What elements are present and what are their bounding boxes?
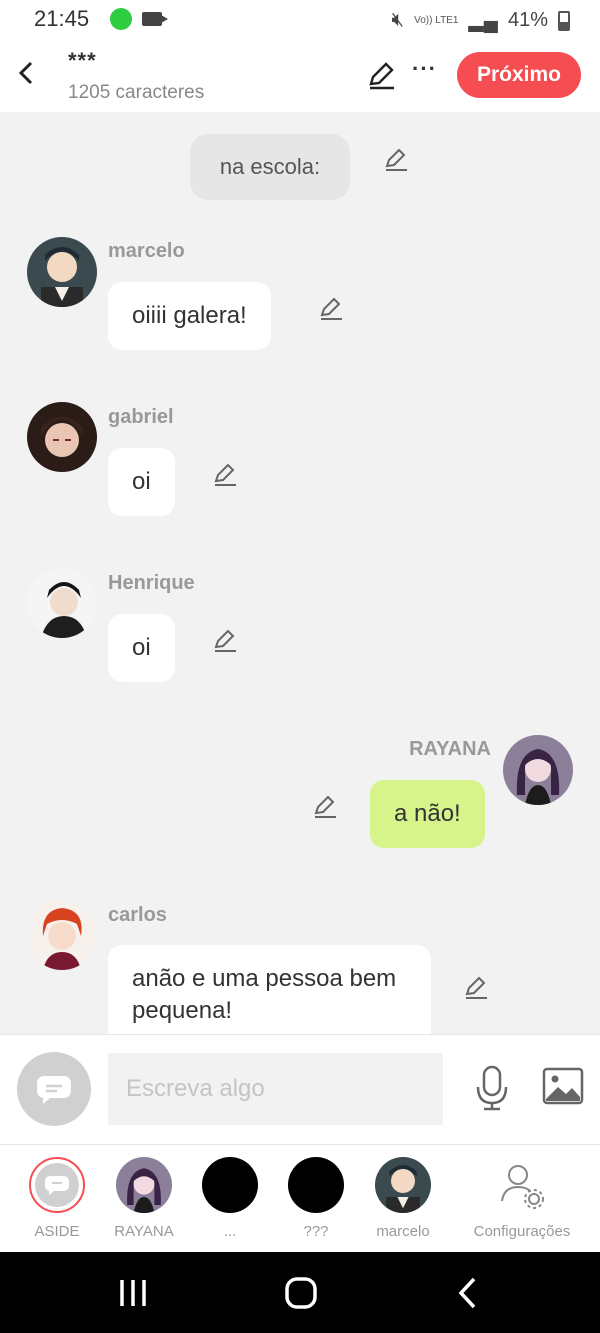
nav-item-rayana[interactable]: RAYANA — [99, 1157, 189, 1240]
message-bubble[interactable]: oi — [108, 614, 175, 682]
back-icon[interactable] — [16, 58, 36, 96]
pencil-icon[interactable] — [366, 60, 396, 90]
character-nav: ASIDE RAYANA ... ??? marcelo Configuraçõ… — [0, 1144, 600, 1252]
avatar-marcelo — [375, 1157, 431, 1213]
nav-item-question[interactable]: ??? — [271, 1157, 361, 1240]
avatar-rayana[interactable] — [503, 735, 573, 805]
nav-label: RAYANA — [114, 1223, 174, 1240]
nav-label: ... — [223, 1223, 237, 1240]
edit-pencil-icon[interactable] — [318, 295, 344, 321]
battery-label: 41% — [507, 9, 548, 31]
image-icon[interactable] — [542, 1067, 584, 1105]
app-notification-icon — [110, 8, 132, 30]
network-label: Vo)) LTE1 — [414, 14, 459, 26]
message-input[interactable] — [108, 1053, 443, 1125]
system-nav-bar — [0, 1252, 600, 1333]
message-bubble[interactable]: anão e uma pessoa bem pequena! — [108, 945, 431, 1034]
message-bubble[interactable]: oi — [108, 448, 175, 516]
battery-icon — [558, 10, 570, 31]
avatar-gabriel[interactable] — [27, 402, 97, 472]
avatar-placeholder — [202, 1157, 258, 1213]
sender-name: Henrique — [108, 572, 195, 594]
message-input-bar — [0, 1034, 600, 1144]
nav-label: ??? — [303, 1223, 329, 1240]
home-icon[interactable] — [284, 1276, 318, 1310]
avatar-rayana — [116, 1157, 172, 1213]
aside-icon — [29, 1157, 85, 1213]
own-message-bubble[interactable]: a não! — [370, 780, 485, 848]
avatar-henrique[interactable] — [27, 568, 97, 638]
back-nav-icon[interactable] — [456, 1276, 480, 1310]
chat-bubble-icon — [37, 1076, 71, 1104]
edit-pencil-icon[interactable] — [383, 146, 409, 172]
narration-bubble[interactable]: na escola: — [190, 134, 350, 200]
edit-pencil-icon[interactable] — [312, 793, 338, 819]
sender-name: marcelo — [108, 240, 185, 262]
avatar-placeholder — [288, 1157, 344, 1213]
status-right: 🔇︎ Vo)) LTE1 ▂▄ 41% — [392, 8, 570, 33]
edit-pencil-icon[interactable] — [212, 461, 238, 487]
video-icon — [142, 12, 168, 26]
status-bar: 21:45 🔇︎ Vo)) LTE1 ▂▄ 41% — [0, 0, 600, 40]
signal-icon: ▂▄ — [468, 10, 498, 32]
sender-name: carlos — [108, 904, 167, 926]
microphone-icon[interactable] — [474, 1065, 510, 1111]
nav-item-dots[interactable]: ... — [185, 1157, 275, 1240]
nav-item-marcelo[interactable]: marcelo — [358, 1157, 448, 1240]
aside-toggle-button[interactable] — [17, 1052, 91, 1126]
message-bubble[interactable]: oiiii galera! — [108, 282, 271, 350]
sender-name: gabriel — [108, 406, 174, 428]
story-title: *** — [68, 48, 97, 73]
next-button[interactable]: Próximo — [457, 52, 581, 98]
recent-apps-icon[interactable] — [118, 1278, 148, 1308]
avatar-carlos[interactable] — [27, 900, 97, 970]
status-time: 21:45 — [34, 6, 90, 31]
nav-label: ASIDE — [34, 1223, 80, 1240]
chat-area: na escola: marcelo oiiii galera! gabriel… — [0, 112, 600, 1034]
mute-icon: 🔇︎ — [391, 9, 405, 31]
edit-pencil-icon[interactable] — [212, 627, 238, 653]
story-header: *** 1205 caracteres ··· Próximo — [0, 40, 600, 112]
more-options-icon[interactable]: ··· — [412, 56, 437, 82]
nav-label: Configurações — [473, 1223, 571, 1240]
nav-label: marcelo — [376, 1223, 430, 1240]
edit-pencil-icon[interactable] — [463, 974, 489, 1000]
nav-item-settings[interactable]: Configurações — [470, 1157, 574, 1240]
user-settings-icon — [494, 1157, 550, 1213]
nav-item-aside[interactable]: ASIDE — [12, 1157, 102, 1240]
character-count: 1205 caracteres — [68, 82, 205, 103]
avatar-marcelo[interactable] — [27, 237, 97, 307]
sender-name: RAYANA — [409, 738, 491, 760]
